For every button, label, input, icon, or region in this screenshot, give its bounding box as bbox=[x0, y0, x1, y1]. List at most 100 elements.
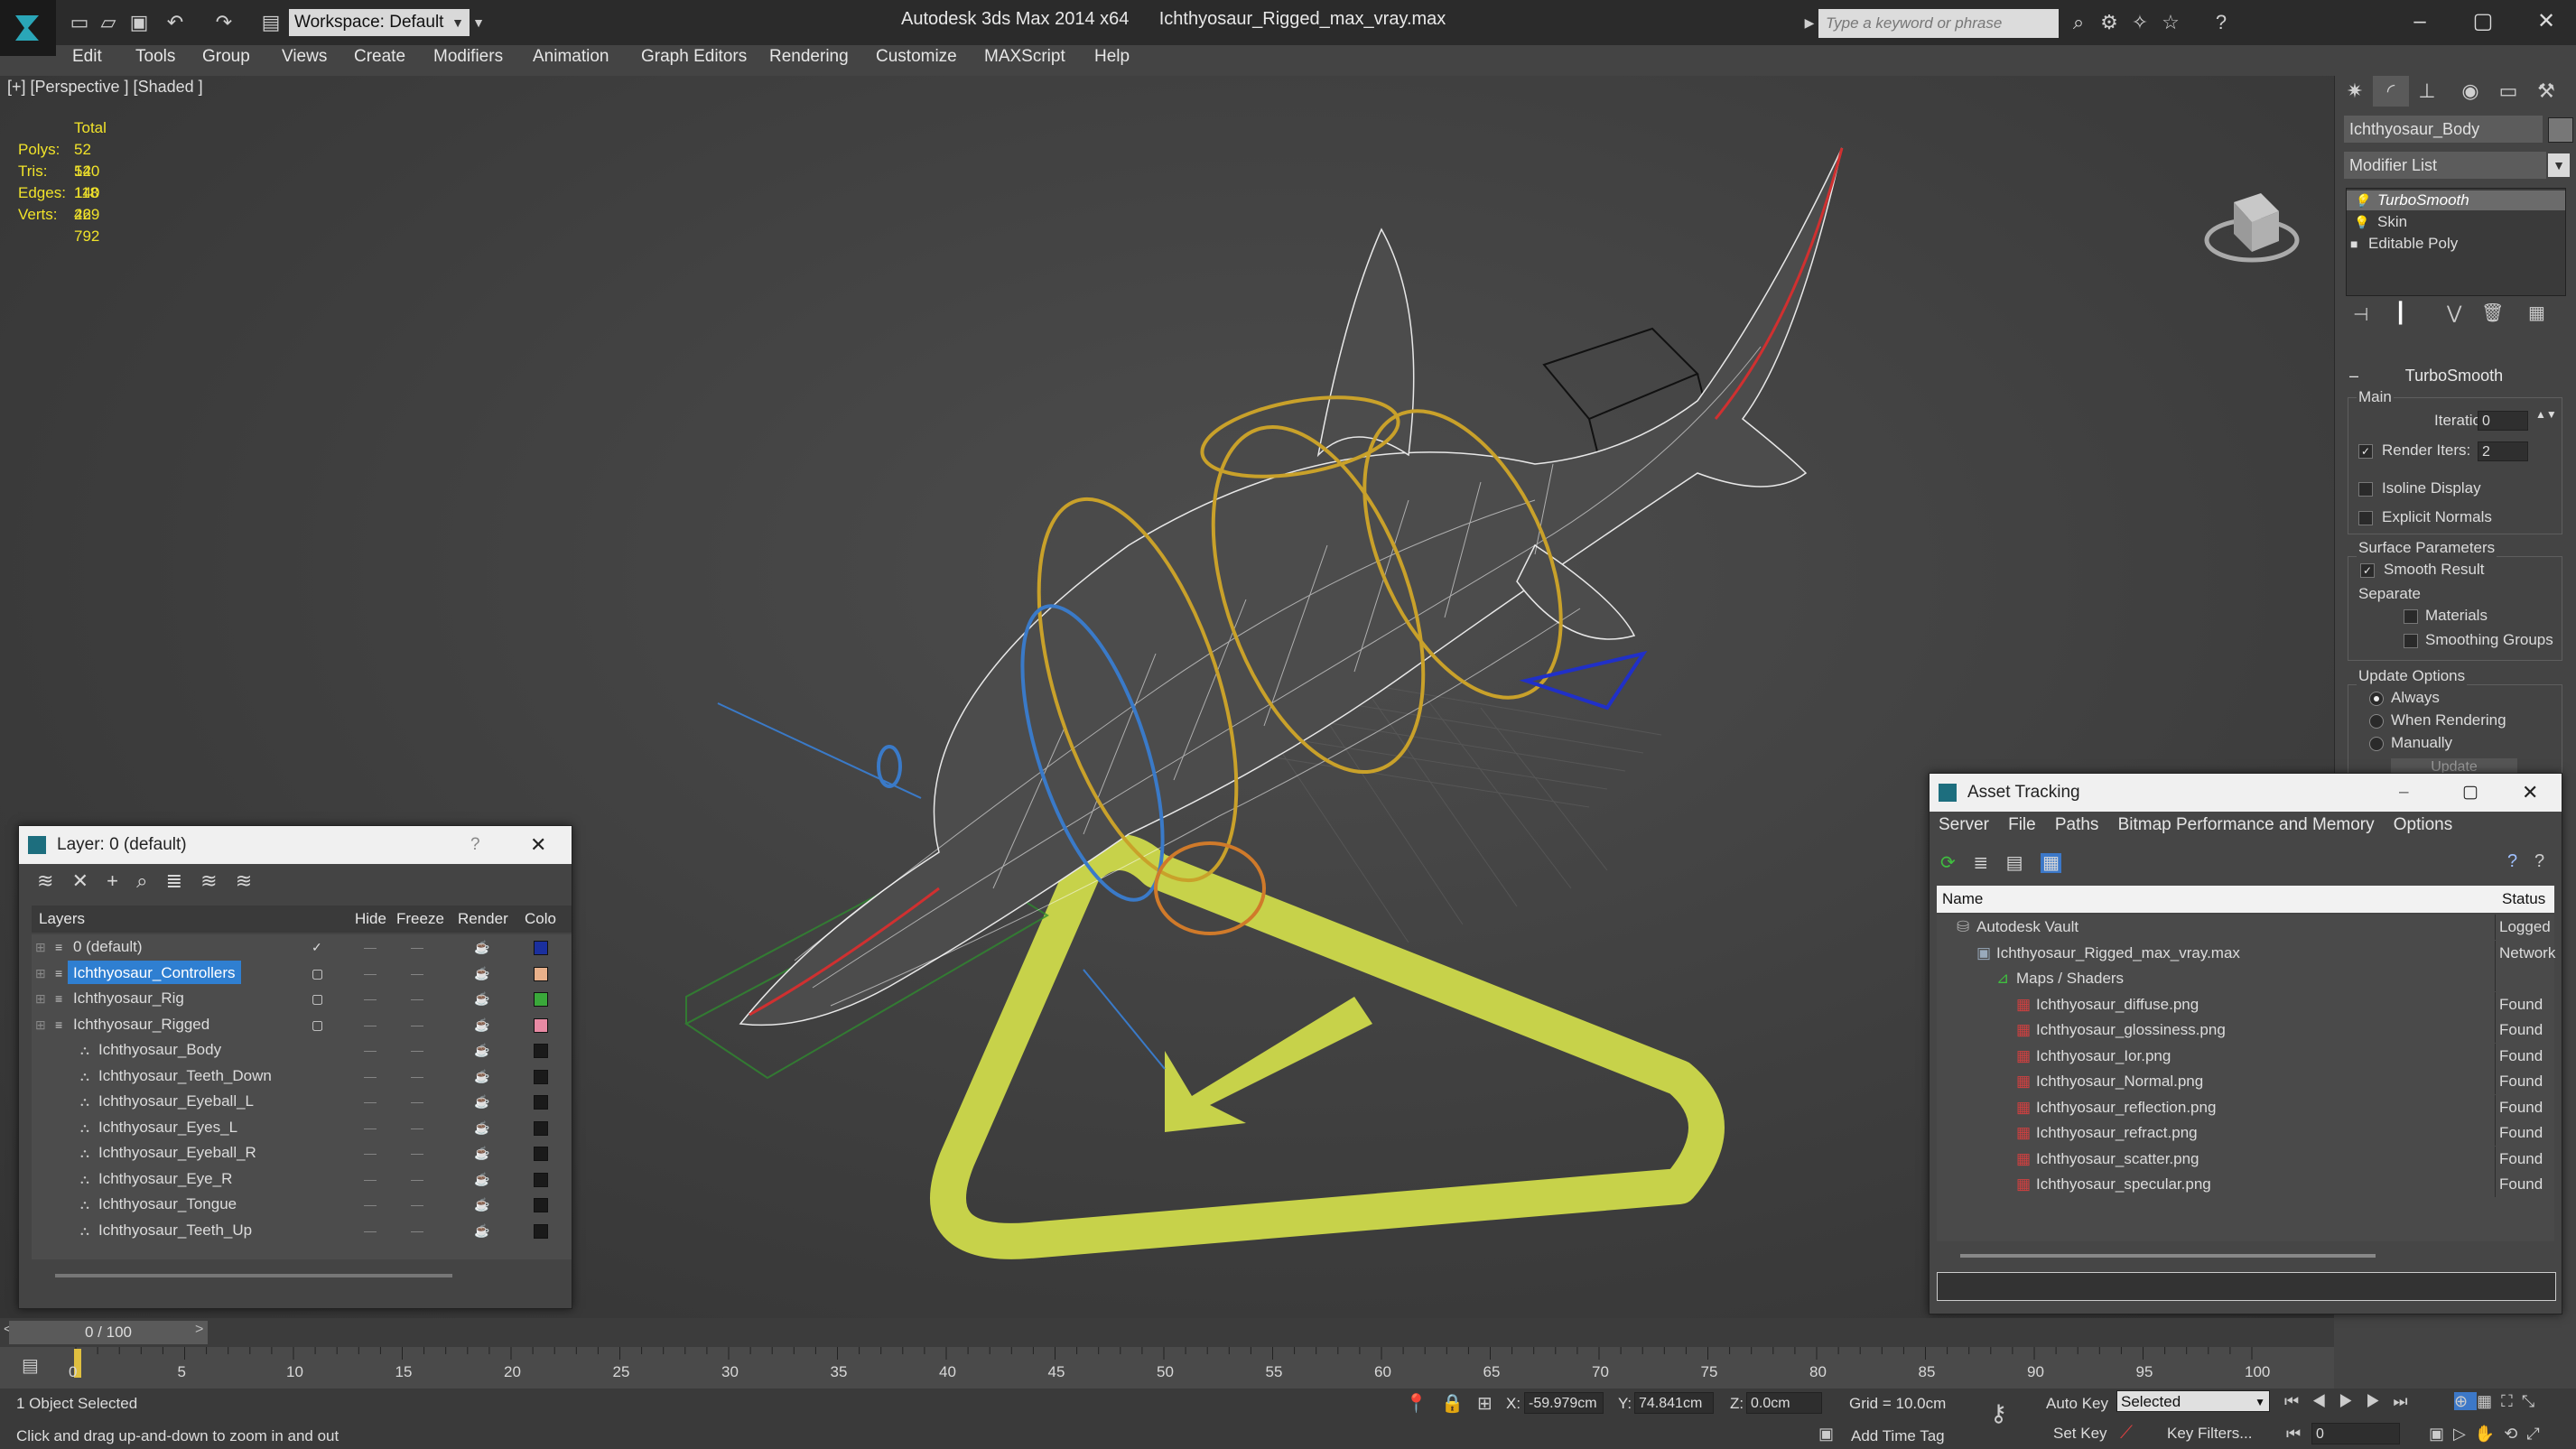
lightbulb-icon[interactable]: 💡 bbox=[2354, 190, 2369, 210]
freeze-toggle[interactable]: — bbox=[411, 934, 423, 960]
layer-color-swatch[interactable] bbox=[534, 1147, 548, 1161]
freeze-toggle[interactable]: — bbox=[411, 1140, 423, 1166]
freeze-toggle[interactable]: — bbox=[411, 1064, 423, 1089]
create-tab-icon[interactable]: ✷ bbox=[2337, 76, 2373, 107]
hide-toggle[interactable]: — bbox=[364, 1115, 377, 1140]
show-end-result-icon[interactable]: ┃ bbox=[2395, 302, 2406, 325]
asset-row[interactable]: ▦ Ichthyosaur_refract.png Found bbox=[1937, 1120, 2554, 1146]
render-teapot-icon[interactable]: ☕ bbox=[474, 1064, 489, 1089]
asset-help-icon[interactable]: ? bbox=[2507, 851, 2517, 872]
render-teapot-icon[interactable]: ☕ bbox=[474, 1218, 489, 1243]
layer-row[interactable]: ⛬ Ichthyosaur_Teeth_Up — — ☕ bbox=[32, 1218, 572, 1243]
freeze-toggle[interactable]: — bbox=[411, 1218, 423, 1243]
new-file-icon[interactable]: ▭ bbox=[67, 11, 92, 34]
layer-name[interactable]: 0 (default) bbox=[68, 934, 148, 958]
orbit-icon[interactable]: ⟲ bbox=[2504, 1425, 2526, 1443]
maximize-icon[interactable]: ▢ bbox=[2456, 5, 2510, 38]
asset-row[interactable]: ▦ Ichthyosaur_specular.png Found bbox=[1937, 1172, 2554, 1197]
workspace-dropdown[interactable]: Workspace: Default ▼ bbox=[289, 9, 470, 36]
utilities-tab-icon[interactable]: ⚒ bbox=[2528, 76, 2564, 107]
project-folder-icon[interactable]: ▤ bbox=[258, 11, 284, 34]
layer-color-swatch[interactable] bbox=[534, 1172, 548, 1187]
isoline-display-checkbox[interactable] bbox=[2358, 482, 2373, 497]
set-key-button[interactable]: Set Key bbox=[2053, 1425, 2107, 1443]
layer-row[interactable]: ⊞ ≡ Ichthyosaur_Rigged ▢ — — ☕ bbox=[32, 1012, 572, 1037]
asset-path-field[interactable] bbox=[1937, 1272, 2556, 1301]
table-view-icon[interactable]: ▦ bbox=[2041, 853, 2062, 873]
close-icon[interactable]: ✕ bbox=[530, 826, 546, 864]
expand-icon[interactable]: ⊞ bbox=[35, 934, 46, 960]
set-current-icon[interactable]: ▢ bbox=[312, 961, 323, 986]
hide-toggle[interactable]: — bbox=[364, 986, 377, 1011]
expand-icon[interactable]: ⊞ bbox=[35, 1012, 46, 1037]
render-teapot-icon[interactable]: ☕ bbox=[474, 961, 489, 986]
hide-toggle[interactable]: — bbox=[364, 961, 377, 986]
menu-help[interactable]: Help bbox=[1094, 47, 1130, 67]
current-frame-field[interactable]: 0 bbox=[2311, 1423, 2400, 1444]
render-iters-spinner[interactable]: 2 bbox=[2478, 441, 2528, 461]
menu-group[interactable]: Group bbox=[202, 47, 250, 67]
menu-maxscript[interactable]: MAXScript bbox=[984, 47, 1065, 67]
freeze-toggle[interactable]: — bbox=[411, 1089, 423, 1114]
select-in-layer-icon[interactable]: ⌕ bbox=[136, 869, 147, 892]
freeze-toggle[interactable]: — bbox=[411, 1037, 423, 1063]
layer-name[interactable]: Ichthyosaur_Eyes_L bbox=[93, 1115, 243, 1138]
asset-menu-server[interactable]: Server bbox=[1939, 815, 1989, 834]
set-current-icon[interactable]: ▢ bbox=[312, 1012, 323, 1037]
render-teapot-icon[interactable]: ☕ bbox=[474, 1140, 489, 1166]
current-layer-check-icon[interactable]: ✓ bbox=[312, 934, 322, 960]
communication-icon[interactable]: ✧ bbox=[2127, 11, 2153, 34]
render-iters-checkbox[interactable]: ✓ bbox=[2358, 444, 2373, 459]
maximize-icon[interactable]: ▢ bbox=[2462, 774, 2478, 812]
auto-key-button[interactable]: Auto Key bbox=[2046, 1395, 2108, 1413]
render-teapot-icon[interactable]: ☕ bbox=[474, 1115, 489, 1140]
remove-modifier-icon[interactable]: 🗑 bbox=[2481, 302, 2504, 324]
prev-key-icon[interactable]: ◀ bbox=[2311, 1392, 2339, 1410]
hide-toggle[interactable]: — bbox=[364, 1192, 377, 1217]
render-teapot-icon[interactable]: ☕ bbox=[474, 986, 489, 1011]
zoom-all-icon[interactable]: ▦ bbox=[2477, 1392, 2501, 1410]
refresh-icon[interactable]: ⟳ bbox=[1940, 853, 1956, 873]
object-name-field[interactable]: Ichthyosaur_Body bbox=[2344, 116, 2543, 143]
asset-row[interactable]: ▦ Ichthyosaur_glossiness.png Found bbox=[1937, 1017, 2554, 1043]
explicit-normals-checkbox[interactable] bbox=[2358, 511, 2373, 525]
layer-color-swatch[interactable] bbox=[534, 966, 548, 981]
favorites-star-icon[interactable]: ☆ bbox=[2158, 11, 2183, 34]
next-frame-icon[interactable]: > bbox=[195, 1322, 203, 1338]
layer-name[interactable]: Ichthyosaur_Body bbox=[93, 1037, 227, 1061]
layer-color-swatch[interactable] bbox=[534, 1198, 548, 1212]
asset-menu-bitmap[interactable]: Bitmap Performance and Memory bbox=[2118, 815, 2375, 834]
asset-row[interactable]: ⛁ Autodesk Vault Logged bbox=[1937, 915, 2554, 940]
layer-row[interactable]: ⛬ Ichthyosaur_Body — — ☕ bbox=[32, 1037, 572, 1063]
pin-stack-icon[interactable]: ⊣ bbox=[2353, 303, 2368, 326]
lock-selection-icon[interactable]: 🔒 bbox=[1441, 1392, 1464, 1415]
asset-menu-file[interactable]: File bbox=[2008, 815, 2036, 834]
smooth-result-checkbox[interactable]: ✓ bbox=[2360, 563, 2375, 578]
motion-tab-icon[interactable]: ◉ bbox=[2452, 76, 2488, 107]
set-current-icon[interactable]: ▢ bbox=[312, 986, 323, 1011]
menu-create[interactable]: Create bbox=[354, 47, 405, 67]
help-icon[interactable]: ? bbox=[2209, 11, 2234, 34]
render-teapot-icon[interactable]: ☕ bbox=[474, 1192, 489, 1217]
menu-edit[interactable]: Edit bbox=[72, 47, 102, 67]
save-icon[interactable]: ▣ bbox=[126, 11, 152, 34]
curve-editor-icon[interactable]: ▤ bbox=[22, 1354, 39, 1377]
layer-row[interactable]: ⛬ Ichthyosaur_Eyeball_L — — ☕ bbox=[32, 1089, 572, 1114]
minimize-icon[interactable]: – bbox=[2393, 5, 2447, 38]
help-icon[interactable]: ? bbox=[470, 826, 480, 864]
absolute-mode-icon[interactable]: ⊞ bbox=[1477, 1392, 1493, 1415]
expand-icon[interactable]: ⊞ bbox=[35, 986, 46, 1011]
time-tag-icon[interactable]: ▣ bbox=[1818, 1425, 1834, 1444]
hide-toggle[interactable]: — bbox=[364, 934, 377, 960]
layer-name[interactable]: Ichthyosaur_Controllers bbox=[68, 960, 241, 984]
hide-toggle[interactable]: — bbox=[364, 1089, 377, 1114]
iterations-spinner[interactable]: 0 bbox=[2478, 411, 2528, 431]
detail-view-icon[interactable]: ▤ bbox=[2006, 853, 2023, 873]
next-key-icon[interactable]: ▶ bbox=[2366, 1392, 2393, 1410]
asset-row[interactable]: ▦ Ichthyosaur_scatter.png Found bbox=[1937, 1146, 2554, 1172]
key-icon[interactable]: ⚷ bbox=[1990, 1399, 2007, 1427]
modifier-list-dropdown[interactable]: Modifier List bbox=[2344, 152, 2546, 179]
layer-row[interactable]: ⛬ Ichthyosaur_Eye_R — — ☕ bbox=[32, 1166, 572, 1192]
render-teapot-icon[interactable]: ☕ bbox=[474, 1089, 489, 1114]
isolate-selection-icon[interactable]: 📍 bbox=[1405, 1392, 1427, 1415]
